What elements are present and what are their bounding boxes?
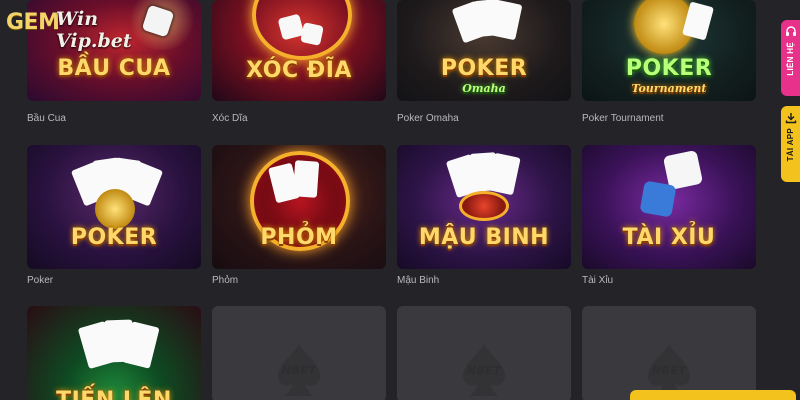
game-card-phom[interactable]: PHỎM Phỏm [212, 145, 386, 286]
game-art-title: POKER [625, 56, 713, 81]
game-art-subtitle: Tournament [631, 82, 707, 95]
game-art-title: PHỎM [260, 225, 338, 250]
game-caption: Mậu Binh [397, 275, 440, 286]
game-thumbnail[interactable]: TIẾN LÊN [27, 306, 201, 400]
game-thumbnail[interactable]: PHỎM [212, 145, 386, 269]
game-grid: BẦU CUA Bầu Cua XÓC ĐĨA Xóc Dĩa POKER Om… [0, 0, 800, 400]
game-card-tien-len[interactable]: TIẾN LÊN [27, 306, 201, 400]
download-app-tab-label: TẢI APP [786, 128, 795, 162]
logo-main-text: GEM [6, 10, 60, 35]
logo-script-text: Win Vip.bet [56, 8, 132, 52]
game-thumbnail[interactable]: POKER [27, 145, 201, 269]
placeholder-label: NBET [651, 364, 687, 377]
game-thumbnail[interactable]: XÓC ĐĨA [212, 0, 386, 101]
coin-icon [95, 189, 135, 229]
game-art-title: TIẾN LÊN [27, 388, 201, 400]
game-caption: Poker [27, 275, 54, 286]
game-card-mau-binh[interactable]: MẬU BINH Mậu Binh [397, 145, 571, 286]
brand-logo[interactable]: GEM Win Vip.bet [0, 6, 165, 52]
contact-tab[interactable]: LIÊN HỆ [781, 20, 800, 96]
placeholder-label: NBET [281, 364, 317, 377]
game-art-title: BẦU CUA [57, 56, 171, 81]
game-card-xoc-dia[interactable]: XÓC ĐĨA Xóc Dĩa [212, 0, 386, 124]
game-card-tai-xiu[interactable]: TÀI XỈU Tài Xỉu [582, 145, 756, 286]
game-caption: Poker Tournament [582, 113, 664, 124]
card-icon [489, 0, 523, 41]
game-caption: Poker Omaha [397, 113, 459, 124]
game-placeholder: NBET [397, 306, 571, 400]
headset-icon [785, 26, 796, 36]
contact-tab-label: LIÊN HỆ [786, 42, 795, 76]
download-app-tab[interactable]: TẢI APP [781, 106, 800, 182]
game-thumbnail[interactable]: TÀI XỈU [582, 145, 756, 269]
dice-icon [300, 22, 324, 46]
download-icon [785, 113, 796, 124]
dice-icon [639, 180, 677, 218]
game-art-title: MẬU BINH [418, 225, 550, 250]
game-caption: Bầu Cua [27, 113, 66, 124]
medallion-decoration [459, 191, 509, 221]
game-thumbnail[interactable]: MẬU BINH [397, 145, 571, 269]
game-placeholder: NBET [212, 306, 386, 400]
placeholder-label: NBET [466, 364, 502, 377]
game-caption: Phỏm [212, 275, 239, 286]
game-thumbnail[interactable]: POKER Omaha [397, 0, 571, 101]
game-card-poker-tournament[interactable]: POKER Tournament Poker Tournament [582, 0, 756, 124]
game-card-poker[interactable]: POKER Poker [27, 145, 201, 286]
game-art-subtitle: Omaha [462, 82, 506, 95]
game-placeholder: NBET [582, 306, 756, 400]
game-caption: Xóc Dĩa [212, 113, 248, 124]
game-art-title: POKER [440, 56, 528, 81]
game-art-title: XÓC ĐĨA [246, 58, 352, 83]
game-thumbnail[interactable]: POKER Tournament [582, 0, 756, 101]
game-card-poker-omaha[interactable]: POKER Omaha Poker Omaha [397, 0, 571, 124]
game-art-title: POKER [70, 225, 158, 250]
bottom-banner-bar[interactable] [630, 390, 796, 400]
card-icon [292, 160, 320, 198]
game-caption: Tài Xỉu [582, 275, 614, 286]
game-art-title: TÀI XỈU [622, 225, 716, 250]
